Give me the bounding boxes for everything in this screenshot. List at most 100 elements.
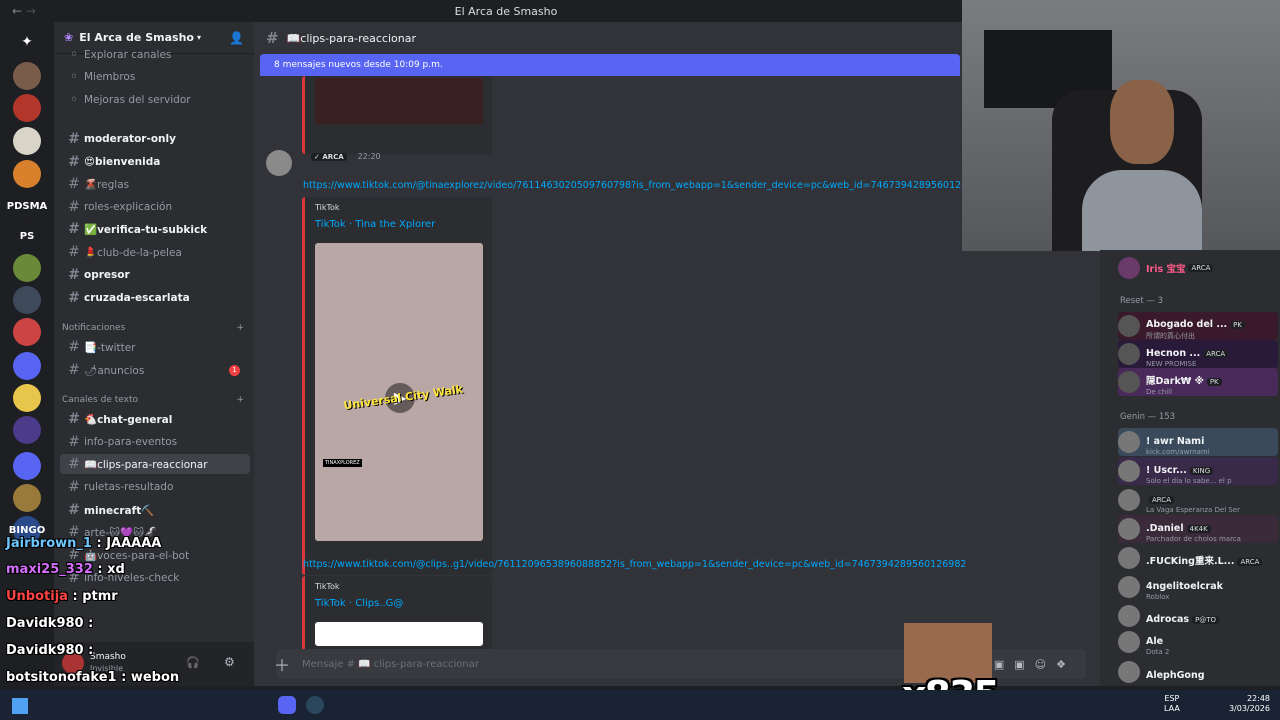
tiktok-link-2[interactable]: https://www.tiktok.com/@clips..g1/video/…	[303, 559, 966, 570]
tiktok-link-1[interactable]: https://www.tiktok.com/@tinaexplorez/vid…	[303, 180, 985, 191]
member-item[interactable]: Hecnon ... ARCA NEW PROMISE	[1118, 340, 1278, 368]
sidebar-nav-item[interactable]: ◦ Explorar canales	[60, 45, 250, 65]
gear-icon[interactable]: ⚙	[224, 655, 235, 669]
embed-title[interactable]: TikTok · Clips..G@	[315, 598, 403, 609]
hash-icon: #	[68, 267, 80, 283]
tiktok-embed-1: TikTok TikTok · Tina the Xplorer ▶ Unive…	[302, 197, 492, 575]
member-tag: ARCA	[1237, 557, 1263, 566]
member-item[interactable]: Ale Dota 2	[1118, 628, 1278, 656]
member-tag: ARCA	[1188, 264, 1214, 272]
channel-item[interactable]: # info-para-eventos	[60, 432, 250, 452]
member-name: ! awr Nami	[1146, 435, 1205, 447]
member-item[interactable]: Adrocas P@TO	[1118, 602, 1278, 630]
member-status: Solo el día lo sabe... el p	[1146, 476, 1232, 485]
member-item[interactable]: AlephGong	[1118, 658, 1278, 686]
server-icon[interactable]: PS	[13, 222, 41, 250]
headset-icon[interactable]: 🎧	[186, 656, 200, 669]
discord-taskbar-icon[interactable]	[278, 696, 296, 714]
server-rail: ✦ PDSMA PS BINGO	[0, 22, 54, 686]
message-avatar[interactable]	[266, 150, 292, 176]
server-icon[interactable]	[13, 452, 41, 480]
member-item[interactable]: Iris 宝宝 ARCA	[1118, 254, 1278, 282]
channel-item[interactable]: # minecraft⛏️	[60, 500, 250, 520]
webcam-person	[1082, 80, 1202, 251]
member-tag: P@TO	[1192, 615, 1220, 624]
channel-item[interactable]: # moderator-only	[60, 129, 250, 149]
add-attachment-icon[interactable]: ＋	[274, 652, 290, 676]
sidebar-nav-item[interactable]: ◦ Miembros	[60, 67, 250, 87]
member-item[interactable]: ! awr Nami kick.com/awrnami	[1118, 428, 1278, 456]
channel-item[interactable]: # 💄club-de-la-pelea	[60, 242, 250, 262]
member-name: ! Uscr...	[1146, 464, 1187, 476]
back-arrow-icon[interactable]: ←	[12, 4, 22, 18]
server-icon[interactable]	[13, 254, 41, 282]
member-item[interactable]: .Daniel 4K4K Parchador de cholos marca	[1118, 515, 1278, 543]
server-icon[interactable]	[13, 318, 41, 346]
server-icon[interactable]	[13, 484, 41, 512]
embed-title[interactable]: TikTok · Tina the Xplorer	[315, 219, 435, 230]
member-list: Iris 宝宝 ARCA Reset — 3 Abogado del ... PK 所谓的…	[1100, 250, 1280, 686]
server-icon[interactable]	[13, 286, 41, 314]
chat-overlay-line: maxi25_332 : xd	[6, 562, 125, 577]
composer-icons[interactable]: ▣▣☺❖	[994, 658, 1076, 671]
channel-item[interactable]: # 📖clips-para-reaccionar	[60, 454, 250, 474]
channel-item[interactable]: # 🌶anuncios 1	[60, 360, 250, 380]
new-messages-bar[interactable]: 8 mensajes nuevos desde 10:09 p.m.	[260, 54, 960, 76]
channel-item[interactable]: # 🐔chat-general	[60, 409, 250, 429]
server-icon[interactable]	[13, 384, 41, 412]
embed-image[interactable]	[315, 78, 483, 124]
channel-item[interactable]: # ✅verifica-tu-subkick	[60, 219, 250, 239]
clock-date: 3/03/2026	[1228, 704, 1270, 713]
nav-arrows[interactable]: ← →	[12, 4, 52, 18]
start-icon[interactable]	[12, 698, 28, 714]
channel-label: ✅verifica-tu-subkick	[84, 223, 208, 236]
server-icon[interactable]	[13, 352, 41, 380]
tray-clock[interactable]: 22:48 3/03/2026	[1220, 694, 1270, 714]
mention-badge: 1	[229, 364, 240, 376]
channel-item[interactable]: # ruletas-resultado	[60, 477, 250, 497]
member-item[interactable]: ! Uscr... KING Solo el día lo sabe... el p	[1118, 457, 1278, 485]
server-icon[interactable]	[13, 127, 41, 155]
member-item[interactable]: ARCA La Vaga Esperanza Del Ser	[1118, 486, 1278, 514]
server-icon[interactable]	[13, 62, 41, 90]
message-input[interactable]: Mensaje # 📖 clips-para-reaccionar	[302, 659, 479, 670]
member-name: Abogado del ...	[1146, 318, 1228, 330]
channel-label: 🌋reglas	[84, 178, 130, 191]
channel-item[interactable]: # roles-explicación	[60, 197, 250, 217]
channel-label: Explorar canales	[84, 49, 172, 61]
add-channel-icon[interactable]: +	[236, 395, 244, 405]
channel-item[interactable]: # 🌋reglas	[60, 174, 250, 194]
group-header: Genin — 153	[1120, 412, 1176, 422]
server-icon[interactable]	[13, 416, 41, 444]
server-icon[interactable]	[13, 160, 41, 188]
channel-label: 😍bienvenida	[84, 156, 161, 168]
member-item[interactable]: 隠Dark₩ ※ PK De chill	[1118, 368, 1278, 396]
category-notifications[interactable]: Notificaciones +	[62, 323, 244, 333]
discord-home-icon[interactable]: ✦	[13, 28, 41, 56]
channel-item[interactable]: # cruzada-escarlata	[60, 288, 250, 308]
video-thumbnail[interactable]: ▶ Universal City Walk TINAXPLOREZ	[315, 243, 483, 541]
chevron-down-icon: ▾	[196, 33, 201, 42]
add-channel-icon[interactable]: +	[236, 323, 244, 333]
member-item[interactable]: 4ngelitoelcrak Roblox	[1118, 573, 1278, 601]
user-name: Smasho	[90, 652, 126, 662]
server-icon[interactable]	[13, 94, 41, 122]
steam-taskbar-icon[interactable]	[306, 696, 324, 714]
tray-lang[interactable]: ESP LAA	[1164, 694, 1180, 714]
server-icon[interactable]: PDSMA	[7, 192, 47, 220]
channel-label: 📑-twitter	[84, 341, 136, 354]
member-item[interactable]: Abogado del ... PK 所谓的真心付出	[1118, 312, 1278, 340]
embed-image[interactable]	[315, 622, 483, 646]
sidebar-nav-item[interactable]: ◦ Mejoras del servidor	[60, 90, 250, 110]
channel-item[interactable]: # 📑-twitter	[60, 337, 250, 357]
chat-user: maxi25_332	[6, 562, 93, 577]
member-item[interactable]: .FUCKing重来.L... ARCA	[1118, 544, 1278, 572]
channel-item[interactable]: # opresor	[60, 265, 250, 285]
channel-label: opresor	[84, 269, 130, 281]
forward-arrow-icon[interactable]: →	[26, 4, 36, 18]
invite-icon[interactable]: 👤	[229, 31, 244, 45]
channel-item[interactable]: # 😍bienvenida	[60, 152, 250, 172]
author-name[interactable]: ARCA	[322, 153, 343, 161]
category-text-channels[interactable]: Canales de texto +	[62, 395, 244, 405]
chat-message: : webon	[121, 670, 180, 685]
